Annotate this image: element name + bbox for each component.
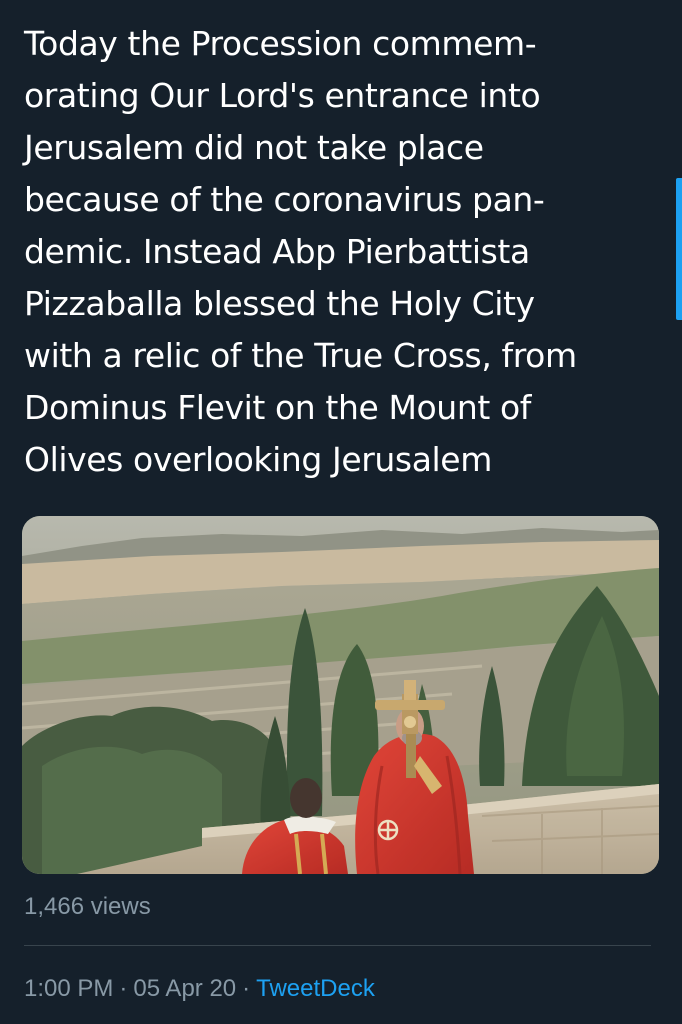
tweet-metadata: 1:00 PM · 05 Apr 20 · TweetDeck [24,975,375,1003]
tweet-text-line: because of the coronavirus pan- [24,180,545,219]
tweet-text-line: with a relic of the True Cross, from [24,336,577,375]
tweet-text-line: Today the Procession commem- [24,24,537,63]
divider [24,945,651,946]
tweet-text-line: demic. Instead Abp Pierbattista [24,232,530,271]
tweet-text-line: Olives overlooking Jerusalem [24,440,492,479]
tweet-text-line: Jerusalem did not take place [24,128,484,167]
tweet-time[interactable]: 1:00 PM [24,975,113,1002]
tweet-text: Today the Procession commem- orating Our… [24,18,664,486]
tweet-text-line: orating Our Lord's entrance into [24,76,541,115]
source-link[interactable]: TweetDeck [256,975,375,1002]
video-frame-illustration [22,516,659,874]
tweet-text-line: Dominus Flevit on the Mount of [24,388,531,427]
haze-overlay [22,516,659,874]
tweet-video[interactable] [22,516,659,874]
tweet-date[interactable]: 05 Apr 20 [133,975,236,1002]
scrollbar-thumb[interactable] [676,178,682,320]
separator-dot: · [119,975,128,1002]
view-count: 1,466 views [24,893,151,920]
separator-dot: · [242,975,251,1002]
tweet-text-line: Pizzaballa blessed the Holy City [24,284,535,323]
